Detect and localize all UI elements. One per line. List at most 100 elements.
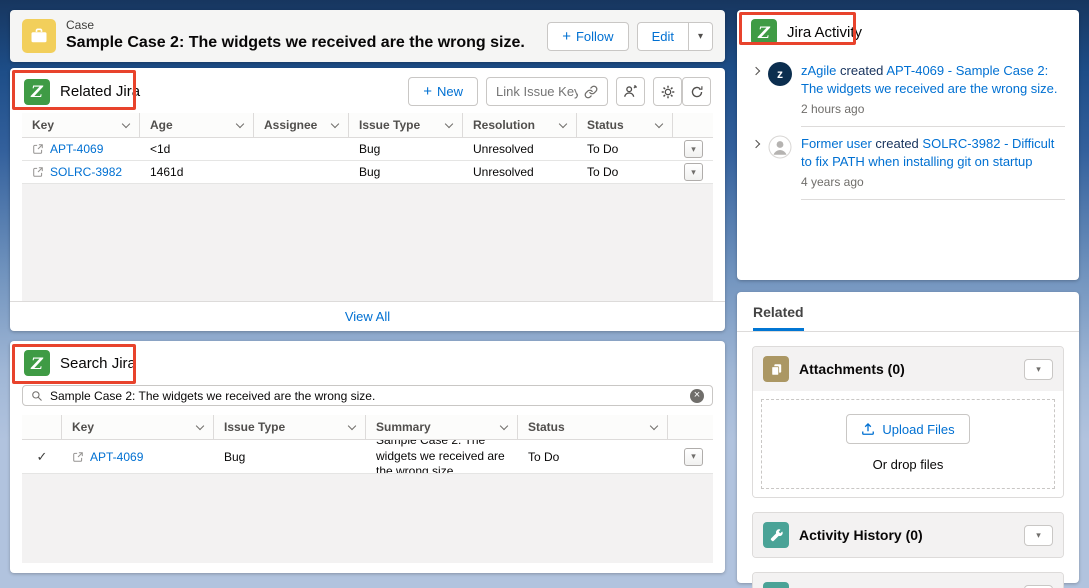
column-header-status[interactable]: Status bbox=[518, 415, 668, 439]
jira-search-box: × bbox=[22, 385, 713, 406]
caret-down-icon: ▾ bbox=[698, 31, 703, 42]
chevron-down-icon bbox=[500, 421, 508, 429]
chevron-down-icon bbox=[348, 421, 356, 429]
activity-item: Former user created SOLRC-3982 - Difficu… bbox=[737, 127, 1079, 193]
issue-type-cell: Bug bbox=[349, 161, 463, 183]
summary-cell: Sample Case 2: The widgets we received a… bbox=[366, 440, 518, 473]
column-header-issue-type[interactable]: Issue Type bbox=[349, 113, 463, 137]
jira-search-input[interactable] bbox=[50, 389, 683, 403]
drop-files-label: Or drop files bbox=[772, 457, 1044, 472]
table-row[interactable]: ✓ APT-4069 Bug Sample Case 2: The widget… bbox=[22, 440, 713, 474]
attachments-icon bbox=[763, 356, 789, 382]
attachments-menu-button[interactable]: ▾ bbox=[1024, 359, 1053, 380]
avatar bbox=[768, 135, 792, 159]
attachments-title: Attachments (0) bbox=[799, 361, 905, 377]
clear-search-icon[interactable]: × bbox=[690, 389, 704, 403]
related-jira-panel: Z Related Jira + New bbox=[10, 68, 725, 331]
chevron-down-icon bbox=[445, 119, 453, 127]
table-row[interactable]: APT-4069 <1d Bug Unresolved To Do ▾ bbox=[22, 138, 713, 161]
status-cell: To Do bbox=[577, 161, 673, 183]
case-header-card: Case Sample Case 2: The widgets we recei… bbox=[10, 10, 725, 62]
link-issue-key-inputbox bbox=[486, 77, 608, 106]
pages-icon bbox=[769, 362, 784, 377]
related-jira-table: Key Age Assignee Issue Type Resolution S… bbox=[22, 113, 713, 184]
upload-files-button[interactable]: Upload Files bbox=[846, 414, 969, 444]
caret-down-icon: ▾ bbox=[691, 451, 696, 462]
jira-activity-panel: Z Jira Activity z zAgile created APT-406… bbox=[737, 10, 1079, 280]
actor-link[interactable]: Former user bbox=[801, 136, 872, 151]
file-drop-zone[interactable]: Upload Files Or drop files bbox=[761, 399, 1055, 489]
link-icon[interactable] bbox=[584, 85, 598, 99]
open-activities-header[interactable]: Open Activities (0) ▾ bbox=[753, 573, 1063, 588]
age-cell: <1d bbox=[140, 138, 254, 160]
jira-app-icon: Z bbox=[24, 350, 50, 376]
column-header-key[interactable]: Key bbox=[22, 113, 140, 137]
chevron-right-icon[interactable] bbox=[752, 67, 760, 75]
row-actions-button[interactable]: ▾ bbox=[684, 448, 703, 466]
row-actions-button[interactable]: ▾ bbox=[684, 163, 703, 181]
gear-icon bbox=[661, 85, 675, 99]
related-lists-panel: Related Attachments (0) ▾ bbox=[737, 292, 1079, 583]
wrench-icon bbox=[769, 528, 784, 543]
column-header-status[interactable]: Status bbox=[577, 113, 673, 137]
table-row[interactable]: SOLRC-3982 1461d Bug Unresolved To Do ▾ bbox=[22, 161, 713, 184]
divider bbox=[801, 199, 1065, 200]
column-header-key[interactable]: Key bbox=[62, 415, 214, 439]
user-arrow-icon bbox=[623, 84, 638, 99]
page-title: Sample Case 2: The widgets we received a… bbox=[66, 34, 525, 52]
activity-history-header[interactable]: Activity History (0) ▾ bbox=[753, 513, 1063, 557]
row-actions-button[interactable]: ▾ bbox=[684, 140, 703, 158]
attachments-card: Attachments (0) ▾ Upload Files Or drop f… bbox=[752, 346, 1064, 498]
activity-history-card: Activity History (0) ▾ bbox=[752, 512, 1064, 558]
issue-key-link[interactable]: SOLRC-3982 bbox=[50, 165, 122, 179]
panel-footer: View All bbox=[10, 301, 725, 331]
open-activities-menu-button[interactable]: ▾ bbox=[1024, 585, 1053, 588]
column-header-issue-type[interactable]: Issue Type bbox=[214, 415, 366, 439]
edit-button[interactable]: Edit bbox=[637, 22, 689, 51]
refresh-button[interactable] bbox=[682, 77, 711, 106]
jira-app-icon: Z bbox=[24, 79, 50, 105]
resolution-cell: Unresolved bbox=[463, 138, 577, 160]
attachments-header[interactable]: Attachments (0) ▾ bbox=[753, 347, 1063, 391]
follow-button[interactable]: + Follow bbox=[547, 22, 628, 51]
column-header-actions bbox=[668, 415, 713, 439]
view-all-link[interactable]: View All bbox=[345, 309, 390, 324]
new-issue-button[interactable]: + New bbox=[408, 77, 478, 106]
activity-history-icon bbox=[763, 522, 789, 548]
assignee-cell bbox=[254, 138, 349, 160]
edit-more-actions-button[interactable]: ▾ bbox=[689, 22, 713, 51]
chevron-down-icon bbox=[650, 421, 658, 429]
empty-table-area bbox=[22, 184, 713, 301]
case-icon bbox=[22, 19, 56, 53]
tab-related[interactable]: Related bbox=[753, 304, 804, 331]
issue-key-link[interactable]: APT-4069 bbox=[50, 142, 103, 156]
column-header-resolution[interactable]: Resolution bbox=[463, 113, 577, 137]
link-issue-key-input[interactable] bbox=[496, 84, 578, 99]
actor-link[interactable]: zAgile bbox=[801, 63, 836, 78]
refresh-icon bbox=[690, 85, 704, 99]
chevron-down-icon bbox=[196, 421, 204, 429]
open-activities-card: Open Activities (0) ▾ bbox=[752, 572, 1064, 588]
column-header-age[interactable]: Age bbox=[140, 113, 254, 137]
chevron-right-icon[interactable] bbox=[752, 140, 760, 148]
caret-down-icon: ▾ bbox=[691, 144, 696, 155]
activity-history-menu-button[interactable]: ▾ bbox=[1024, 525, 1053, 546]
activity-verb: created bbox=[875, 136, 918, 151]
external-link-icon bbox=[72, 451, 84, 463]
external-link-icon bbox=[32, 143, 44, 155]
empty-table-area bbox=[22, 474, 713, 563]
assign-user-button[interactable] bbox=[616, 77, 645, 106]
selected-check-icon[interactable]: ✓ bbox=[37, 449, 48, 465]
caret-down-icon: ▾ bbox=[691, 167, 696, 178]
settings-gear-button[interactable] bbox=[653, 77, 682, 106]
table-header-row: Key Age Assignee Issue Type Resolution S… bbox=[22, 113, 713, 138]
table-header-row: Key Issue Type Summary Status bbox=[22, 415, 713, 440]
column-header-summary[interactable]: Summary bbox=[366, 415, 518, 439]
jira-activity-title: Jira Activity bbox=[787, 24, 862, 41]
salesforce-case-page: Case Sample Case 2: The widgets we recei… bbox=[0, 0, 1089, 588]
activity-timestamp: 4 years ago bbox=[801, 175, 1065, 189]
chevron-down-icon bbox=[122, 119, 130, 127]
column-header-assignee[interactable]: Assignee bbox=[254, 113, 349, 137]
issue-key-link[interactable]: APT-4069 bbox=[90, 450, 143, 464]
tab-strip: Related bbox=[737, 292, 1079, 332]
